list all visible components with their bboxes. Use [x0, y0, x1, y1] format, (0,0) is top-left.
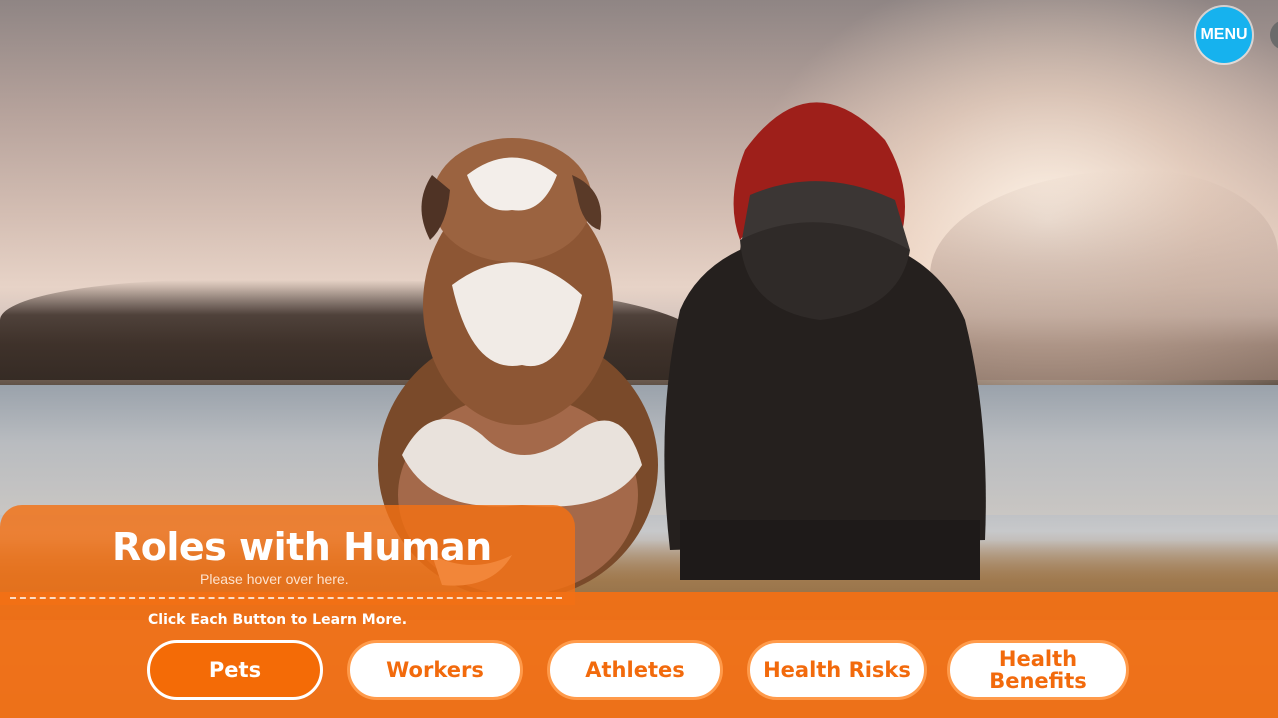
pets-button[interactable]: Pets	[147, 640, 323, 700]
athletes-button[interactable]: Athletes	[547, 640, 723, 700]
workers-button[interactable]: Workers	[347, 640, 523, 700]
instructions-text: Click Each Button to Learn More.	[148, 612, 408, 628]
woman-illustration	[664, 102, 986, 580]
health-risks-button[interactable]: Health Risks	[747, 640, 927, 700]
health-benefits-button[interactable]: Health Benefits	[947, 640, 1129, 700]
menu-button[interactable]: MENU	[1196, 7, 1252, 63]
hover-hint[interactable]: Please hover over here.	[200, 570, 349, 588]
panel-title: Roles with Human	[112, 525, 492, 569]
panel-divider	[10, 597, 562, 599]
